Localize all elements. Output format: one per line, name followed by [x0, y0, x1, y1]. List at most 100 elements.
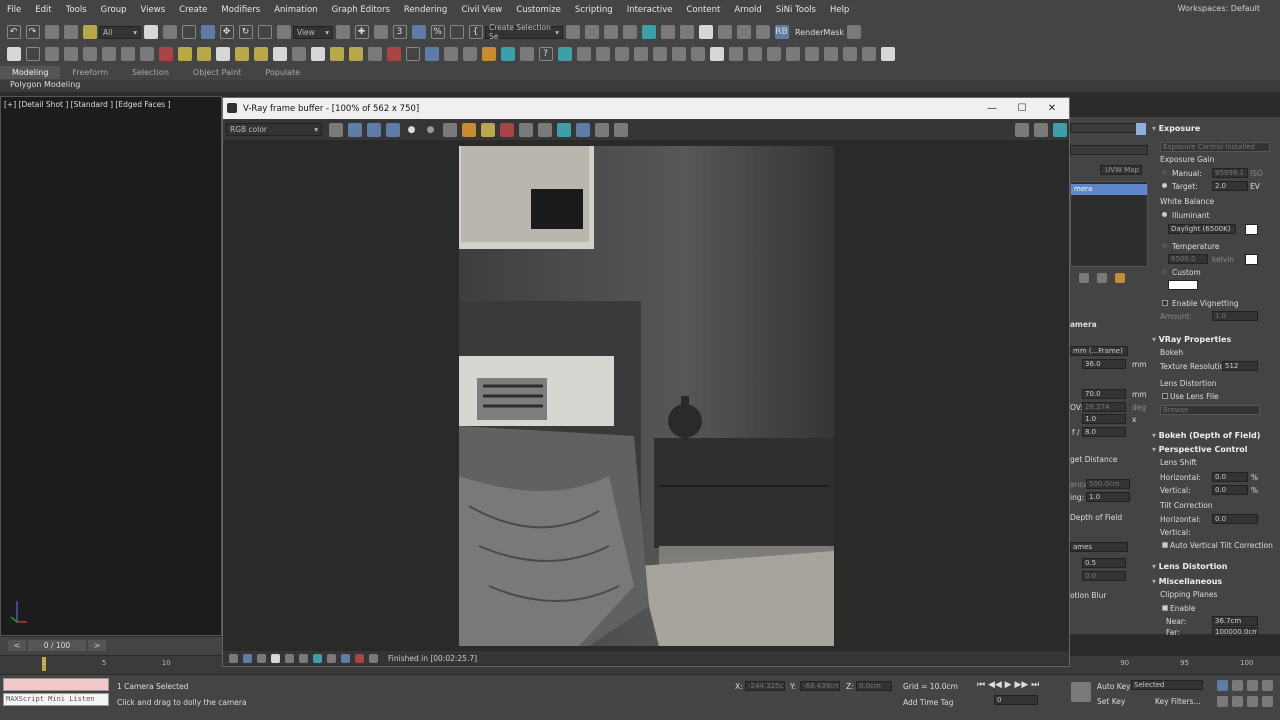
window-crossing-icon[interactable]	[200, 25, 215, 39]
exposure-rollout[interactable]: Exposure	[1152, 124, 1201, 133]
custom-radio[interactable]	[1162, 269, 1167, 274]
viewport-nav-icon-2[interactable]	[1231, 680, 1243, 691]
vray-clipper-icon[interactable]	[519, 47, 534, 61]
perspective-control-rollout[interactable]: Perspective Control	[1152, 445, 1248, 454]
zoom-field[interactable]: 1.0	[1082, 414, 1126, 424]
show-end-result-icon[interactable]	[1096, 273, 1107, 283]
menu-interactive[interactable]: Interactive	[620, 5, 680, 15]
modifier-list-field[interactable]	[1070, 123, 1140, 133]
temperature-color-swatch[interactable]	[1245, 254, 1258, 265]
menu-rendering[interactable]: Rendering	[397, 5, 454, 15]
ambient-light-icon[interactable]	[310, 47, 325, 61]
vray-tool-l-icon[interactable]	[785, 47, 800, 61]
spinner-snap-icon[interactable]	[449, 25, 464, 39]
clipping-enable-checkbox[interactable]	[1162, 605, 1168, 611]
vray-tool-o-icon[interactable]	[842, 47, 857, 61]
film-gate-field[interactable]: 36.0	[1082, 359, 1126, 369]
vfb-status-icon-3[interactable]	[256, 653, 266, 663]
vfb-status-icon-2[interactable]	[242, 653, 252, 663]
object-color-swatch[interactable]	[1136, 123, 1146, 135]
menu-edit[interactable]: Edit	[28, 5, 58, 15]
vfb-status-icon-1[interactable]	[228, 653, 238, 663]
vfb-status-icon-7[interactable]	[312, 653, 322, 663]
vray-tool-p-icon[interactable]	[861, 47, 876, 61]
vray-sun-icon[interactable]	[329, 47, 344, 61]
vray-tool-c-icon[interactable]	[614, 47, 629, 61]
duration-field[interactable]: 0.5	[1082, 558, 1126, 568]
ing-field[interactable]: 1.0	[1086, 492, 1130, 502]
set-key-button[interactable]: Set Key	[1097, 697, 1125, 706]
target-radio[interactable]	[1162, 183, 1167, 188]
vray-tool-n-icon[interactable]	[823, 47, 838, 61]
vray-plane-icon[interactable]	[443, 47, 458, 61]
bind-space-warp-icon[interactable]	[82, 25, 97, 39]
auto-key-button[interactable]: Auto Key	[1097, 682, 1130, 691]
interactive-render-icon[interactable]	[556, 122, 571, 137]
placement-icon[interactable]	[276, 25, 291, 39]
menu-help[interactable]: Help	[823, 5, 856, 15]
menu-modifiers[interactable]: Modifiers	[214, 5, 267, 15]
sphere-icon[interactable]	[215, 47, 230, 61]
vfb-status-icon-5[interactable]	[284, 653, 294, 663]
vray-sky-icon[interactable]	[348, 47, 363, 61]
redo-icon[interactable]: ↷	[25, 25, 40, 39]
maxscript-input[interactable]	[3, 678, 109, 691]
load-image-icon[interactable]	[461, 122, 476, 137]
link-vfb-icon[interactable]	[575, 122, 590, 137]
menu-content[interactable]: Content	[680, 5, 728, 15]
select-manipulate-icon[interactable]: ✚	[354, 25, 369, 39]
use-lens-file-checkbox[interactable]	[1162, 393, 1168, 399]
target-distance-checkbox[interactable]: get Distance	[1070, 455, 1118, 464]
tool-icon-8[interactable]	[139, 47, 154, 61]
vray-frame-buffer-window[interactable]: V-Ray frame buffer - [100% of 562 x 750]…	[222, 97, 1070, 667]
vfb-status-icon-9[interactable]	[340, 653, 350, 663]
mesh-light-icon[interactable]	[291, 47, 306, 61]
spot-icon[interactable]	[253, 47, 268, 61]
rectangular-selection-icon[interactable]	[181, 25, 196, 39]
ribbon-tab-selection[interactable]: Selection	[120, 66, 181, 79]
focus-distance-field[interactable]: 500.0cm	[1086, 479, 1130, 489]
vray-properties-rollout[interactable]: VRay Properties	[1152, 335, 1232, 344]
vray-tool-i-icon[interactable]	[728, 47, 743, 61]
keyboard-shortcut-icon[interactable]	[373, 25, 388, 39]
current-frame-field[interactable]: 0	[994, 695, 1038, 705]
slider-prev-icon[interactable]: <	[8, 640, 26, 651]
pivot-center-icon[interactable]	[335, 25, 350, 39]
lens-effects-icon[interactable]	[1014, 122, 1029, 137]
menu-file[interactable]: File	[0, 5, 28, 15]
schematic-view-icon[interactable]	[679, 25, 694, 39]
region-render-icon[interactable]	[537, 122, 552, 137]
color-mode-icon[interactable]	[328, 122, 343, 137]
time-slider[interactable]: < 0 / 100 >	[0, 637, 222, 655]
angle-snap-icon[interactable]	[411, 25, 426, 39]
scene-icon[interactable]	[6, 47, 21, 61]
playback-controls[interactable]: ⏮ ◀◀ ▶ ▶▶ ⏭	[977, 680, 1039, 690]
modifier-stack[interactable]: mera	[1070, 181, 1148, 267]
vertical-shift-field[interactable]: 0.0	[1212, 485, 1248, 495]
toggle-ribbon-icon[interactable]	[641, 25, 656, 39]
mirror-icon[interactable]	[565, 25, 580, 39]
viewport-nav-icon-8[interactable]	[1261, 696, 1273, 707]
light-lister-icon[interactable]	[557, 47, 572, 61]
illuminant-color-swatch[interactable]	[1245, 224, 1258, 235]
slider-next-icon[interactable]: >	[88, 640, 106, 651]
edit-named-selection-icon[interactable]: {	[468, 25, 483, 39]
reference-coordinate-dropdown[interactable]: View ▾	[293, 25, 333, 39]
pin-stack-icon[interactable]	[1078, 273, 1089, 283]
rb-plugin-icon[interactable]: RB	[774, 25, 789, 39]
temperature-radio[interactable]	[1162, 243, 1167, 248]
vray-mesh-icon[interactable]	[462, 47, 477, 61]
key-filters-button[interactable]: Key Filters...	[1155, 697, 1201, 706]
clear-image-icon[interactable]	[499, 122, 514, 137]
link-icon[interactable]	[44, 25, 59, 39]
proxy-icon[interactable]	[386, 47, 401, 61]
set-key-icon[interactable]	[1070, 682, 1091, 702]
color-corrections-icon[interactable]	[1033, 122, 1048, 137]
vray-tool-h-icon[interactable]	[709, 47, 724, 61]
vfb-status-icon-6[interactable]	[298, 653, 308, 663]
lens-distortion-rollout[interactable]: Lens Distortion	[1152, 562, 1228, 571]
workspaces-selector[interactable]: Workspaces: Default	[1178, 4, 1260, 13]
tool-icon-3[interactable]	[44, 47, 59, 61]
menu-scripting[interactable]: Scripting	[568, 5, 620, 15]
teapot-render-icon[interactable]	[846, 25, 861, 39]
